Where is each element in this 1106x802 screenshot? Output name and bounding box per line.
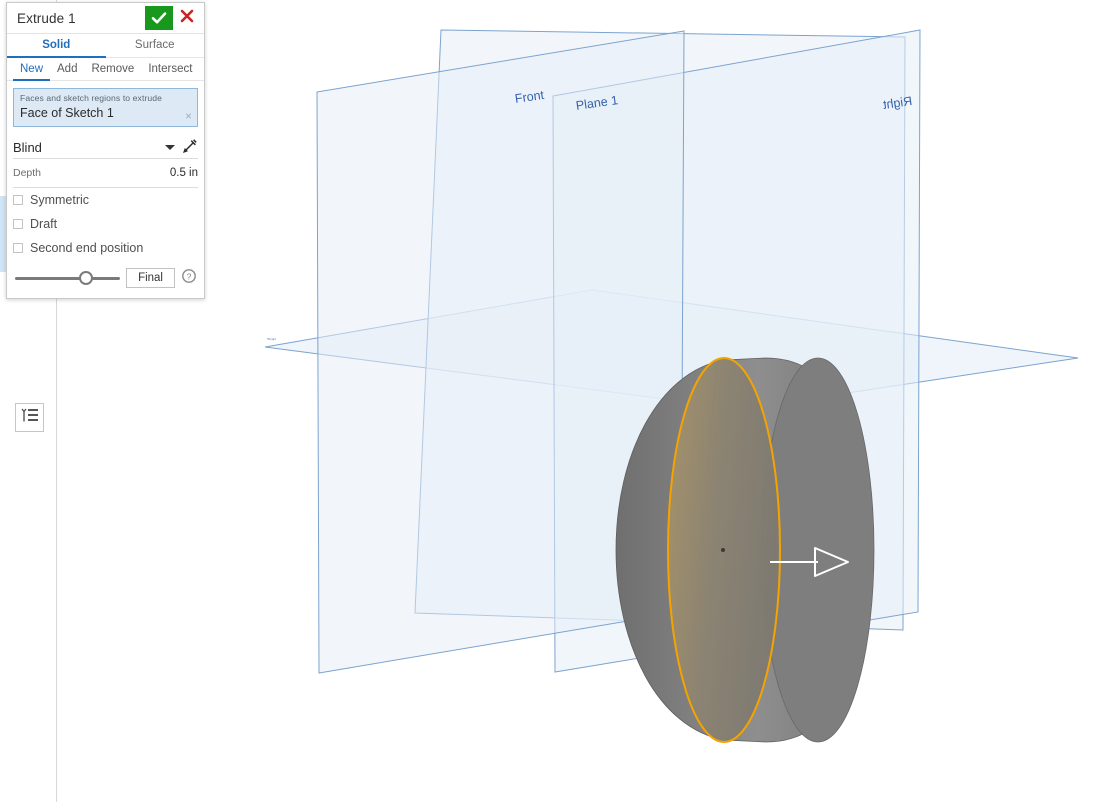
3d-scene: [264, 29, 1079, 743]
clear-selection-icon[interactable]: ×: [185, 110, 192, 122]
final-button[interactable]: Final: [126, 268, 175, 288]
draft-checkbox[interactable]: [13, 219, 23, 229]
dialog-header: Extrude 1: [7, 3, 204, 34]
accept-button[interactable]: [145, 6, 173, 30]
checkbox-row-draft[interactable]: Draft: [13, 212, 198, 236]
dialog-title: Extrude 1: [17, 10, 76, 26]
extrude-dialog: Extrude 1 Solid Surface New Add Remove I…: [6, 2, 205, 299]
svg-text:?: ?: [187, 271, 192, 281]
check-icon: [151, 11, 167, 25]
tab-add[interactable]: Add: [50, 58, 84, 81]
help-icon: ?: [182, 268, 196, 288]
second-end-position-checkbox[interactable]: [13, 243, 23, 253]
tab-remove[interactable]: Remove: [84, 58, 141, 81]
3d-viewport[interactable]: Front Plane 1 Right Top: [58, 0, 1106, 802]
tab-solid[interactable]: Solid: [7, 34, 106, 58]
dialog-footer: Final ?: [15, 266, 196, 290]
tab-intersect[interactable]: Intersect: [141, 58, 199, 81]
operation-tab-bar: New Add Remove Intersect: [7, 58, 204, 81]
slider-bar: [15, 276, 120, 280]
plane-label-top: Top: [265, 337, 276, 341]
depth-row[interactable]: Depth 0.5 in: [13, 167, 198, 188]
selection-hint-label: Faces and sketch regions to extrude: [20, 93, 163, 103]
tab-surface[interactable]: Surface: [106, 34, 205, 58]
help-button[interactable]: ?: [182, 268, 196, 288]
chevron-down-icon[interactable]: [164, 138, 176, 156]
feature-list-button[interactable]: [15, 403, 44, 432]
second-end-position-label: Second end position: [30, 241, 144, 255]
selection-value: Face of Sketch 1: [20, 106, 114, 120]
extruded-solid-body[interactable]: [615, 357, 875, 743]
checkbox-row-second-end-position[interactable]: Second end position: [13, 236, 198, 260]
symmetric-checkbox[interactable]: [13, 195, 23, 205]
close-icon: [180, 9, 194, 28]
end-type-row: Blind: [13, 136, 198, 159]
feature-list-icon: [20, 408, 39, 428]
end-type-select[interactable]: Blind: [13, 140, 164, 155]
sketch-origin-point: [721, 548, 725, 552]
depth-label: Depth: [13, 167, 42, 179]
tab-new[interactable]: New: [13, 58, 51, 81]
selection-field[interactable]: Faces and sketch regions to extrude Face…: [13, 88, 198, 127]
slider-thumb[interactable]: [79, 271, 94, 285]
preview-quality-slider[interactable]: [15, 268, 120, 288]
checkbox-row-symmetric[interactable]: Symmetric: [13, 188, 198, 212]
draft-label: Draft: [30, 217, 58, 231]
cancel-button[interactable]: [176, 6, 198, 30]
flip-direction-icon[interactable]: [180, 139, 198, 155]
type-tab-bar: Solid Surface: [7, 34, 204, 58]
depth-input[interactable]: 0.5 in: [41, 167, 198, 179]
symmetric-label: Symmetric: [30, 193, 90, 207]
